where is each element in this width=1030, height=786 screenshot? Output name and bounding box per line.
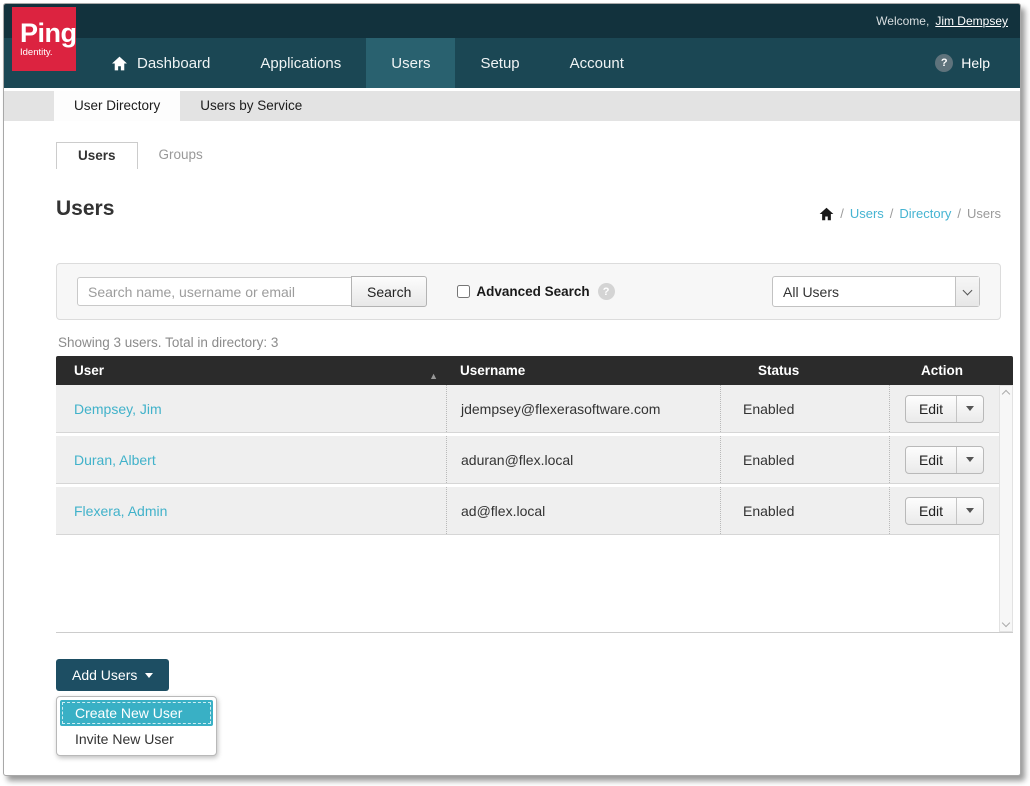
add-users-menu: Create New User Invite New User (56, 696, 217, 756)
nav-label: Dashboard (137, 55, 210, 72)
section-tabs: User Directory Users by Service (4, 91, 1020, 121)
help-button[interactable]: ? Help (935, 38, 990, 88)
breadcrumb-directory-link[interactable]: Directory (899, 206, 951, 221)
table-row: Duran, Albert aduran@flex.local Enabled … (56, 436, 999, 484)
user-filter-value: All Users (783, 284, 839, 300)
table-scrollbar[interactable] (999, 385, 1013, 632)
column-header-action: Action (889, 363, 1013, 378)
table-row: Dempsey, Jim jdempsey@flexerasoftware.co… (56, 385, 999, 433)
home-icon (111, 56, 128, 71)
advanced-search-label[interactable]: Advanced Search (476, 284, 589, 299)
breadcrumb-separator: / (890, 206, 894, 221)
caret-down-icon (966, 457, 974, 462)
search-input[interactable] (77, 277, 352, 306)
tab-users-by-service[interactable]: Users by Service (180, 91, 322, 121)
advanced-search-help-icon[interactable]: ? (598, 283, 615, 300)
edit-dropdown-button[interactable] (957, 447, 983, 473)
caret-down-icon (966, 406, 974, 411)
edit-split-button: Edit (905, 497, 984, 525)
breadcrumb-separator: / (840, 206, 844, 221)
menu-item-invite-new-user[interactable]: Invite New User (60, 726, 213, 752)
title-row: Users / Users / Directory / Users (56, 197, 1001, 221)
breadcrumb-users-link[interactable]: Users (850, 206, 884, 221)
user-name-link[interactable]: Dempsey, Jim (74, 401, 162, 417)
logo-sub-text: Identity. (20, 47, 76, 58)
search-panel: Search Advanced Search ? All Users (56, 263, 1001, 320)
sort-ascending-icon[interactable]: ▲ (429, 371, 438, 381)
current-user-link[interactable]: Jim Dempsey (935, 14, 1008, 28)
tab-groups[interactable]: Groups (138, 142, 224, 169)
column-header-status[interactable]: Status (720, 363, 889, 378)
status-cell: Enabled (720, 385, 889, 432)
breadcrumb-home-icon[interactable] (819, 207, 834, 221)
select-arrow-button[interactable] (955, 277, 979, 306)
logo-brand-text: Ping (20, 20, 76, 47)
nav-item-setup[interactable]: Setup (455, 38, 544, 88)
table-row: Flexera, Admin ad@flex.local Enabled Edi… (56, 487, 999, 535)
nav-item-applications[interactable]: Applications (235, 38, 366, 88)
chevron-down-icon (963, 285, 973, 295)
edit-button[interactable]: Edit (906, 498, 957, 524)
edit-button[interactable]: Edit (906, 396, 957, 422)
status-cell: Enabled (720, 436, 889, 483)
menu-item-create-new-user[interactable]: Create New User (60, 700, 213, 726)
caret-down-icon (966, 508, 974, 513)
edit-dropdown-button[interactable] (957, 396, 983, 422)
nav-label: Users (391, 55, 430, 72)
edit-split-button: Edit (905, 446, 984, 474)
user-name-link[interactable]: Duran, Albert (74, 452, 156, 468)
table-header: User ▲ Username Status Action (56, 356, 1013, 385)
results-summary: Showing 3 users. Total in directory: 3 (58, 335, 1003, 350)
breadcrumb-separator: / (957, 206, 961, 221)
tab-users[interactable]: Users (56, 142, 138, 169)
caret-down-icon (145, 673, 153, 678)
column-header-user[interactable]: User ▲ (56, 363, 446, 378)
ping-identity-logo[interactable]: Ping Identity. (12, 7, 76, 71)
top-bar: Welcome, Jim Dempsey (4, 4, 1020, 38)
status-cell: Enabled (720, 487, 889, 534)
edit-split-button: Edit (905, 395, 984, 423)
tab-user-directory[interactable]: User Directory (54, 91, 180, 121)
app-window: Welcome, Jim Dempsey Ping Identity. Dash… (3, 3, 1021, 776)
search-button[interactable]: Search (351, 276, 427, 307)
help-label: Help (961, 55, 990, 71)
breadcrumb: / Users / Directory / Users (819, 206, 1001, 221)
breadcrumb-current: Users (967, 206, 1001, 221)
nav-item-dashboard[interactable]: Dashboard (86, 38, 235, 88)
column-header-username[interactable]: Username (446, 363, 720, 378)
directory-tabs: Users Groups (56, 142, 1000, 169)
nav-label: Setup (480, 55, 519, 72)
scroll-up-icon[interactable] (1002, 390, 1010, 398)
username-cell: jdempsey@flexerasoftware.com (446, 385, 720, 432)
scroll-down-icon[interactable] (1002, 619, 1010, 627)
edit-button[interactable]: Edit (906, 447, 957, 473)
edit-dropdown-button[interactable] (957, 498, 983, 524)
user-filter-select[interactable]: All Users (772, 276, 980, 307)
username-cell: aduran@flex.local (446, 436, 720, 483)
nav-label: Account (570, 55, 624, 72)
content-area: Users Groups Users / Users / Directory /… (4, 142, 1020, 756)
add-users-button[interactable]: Add Users (56, 659, 169, 691)
advanced-search-checkbox[interactable] (457, 285, 470, 298)
advanced-search-group: Advanced Search ? (457, 283, 614, 300)
user-name-link[interactable]: Flexera, Admin (74, 503, 167, 519)
welcome-label: Welcome, (876, 14, 929, 28)
users-table: User ▲ Username Status Action Dempsey, J… (56, 356, 1013, 633)
nav-item-users[interactable]: Users (366, 38, 455, 88)
username-cell: ad@flex.local (446, 487, 720, 534)
page-title: Users (56, 197, 114, 221)
nav-item-account[interactable]: Account (545, 38, 649, 88)
main-nav: Dashboard Applications Users Setup Accou… (4, 38, 1020, 88)
nav-label: Applications (260, 55, 341, 72)
table-body: Dempsey, Jim jdempsey@flexerasoftware.co… (56, 385, 1013, 633)
help-icon: ? (935, 54, 953, 72)
